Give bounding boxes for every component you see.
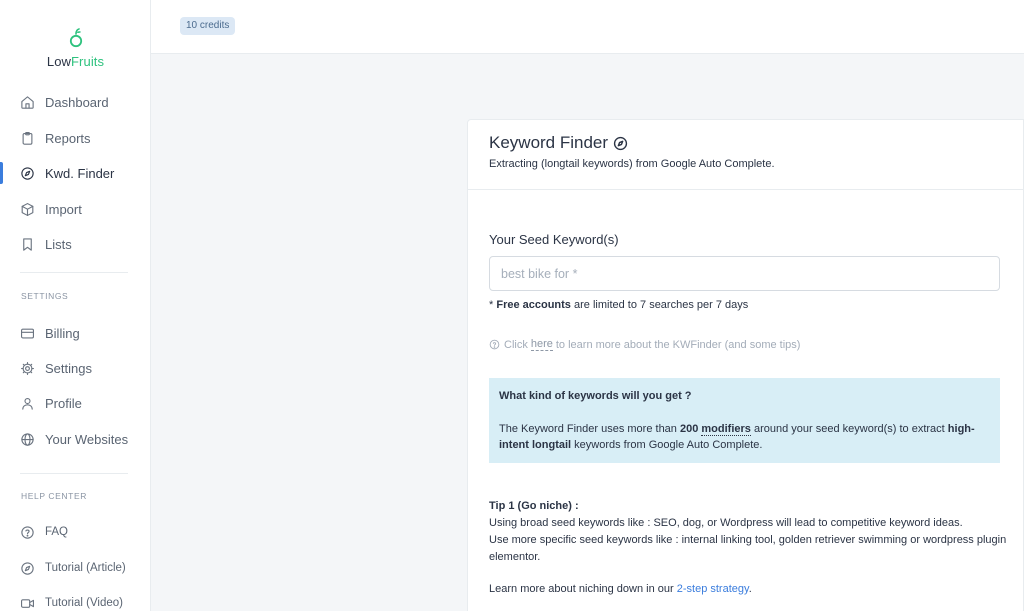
user-icon [22,397,33,410]
sidebar-item-label: Profile [45,395,82,411]
sidebar-item-label: Reports [45,130,91,146]
learn-more-here-link[interactable]: here [530,338,553,351]
sidebar-item-kwd-finder[interactable]: Kwd. Finder [0,160,151,186]
sidebar-item-label: Lists [45,236,72,252]
sidebar-item-label: Tutorial (Article) [45,562,126,574]
info-box: What kind of keywords will you get ? The… [489,378,1000,463]
sidebar-item-label: Kwd. Finder [45,165,115,181]
sidebar-item-label: Import [45,201,82,217]
two-step-strategy-link[interactable]: 2-step strategy [677,583,749,595]
sidebar-item-your-websites[interactable]: Your Websites [0,426,151,452]
bookmark-icon [23,237,32,251]
home-icon [21,95,34,109]
keyword-finder-card: Keyword Finder Extracting (longtail keyw… [467,119,1024,611]
sidebar-item-label: Dashboard [45,94,109,110]
sidebar: LowFruits Dashboard Reports Kwd. Finder … [0,0,151,611]
sidebar-item-label: Tutorial (Video) [45,597,123,609]
sidebar-item-label: Settings [45,360,92,376]
top-bar: 10 credits [151,0,1024,54]
compass-icon [21,166,34,180]
sidebar-item-lists[interactable]: Lists [0,231,151,257]
section-title-settings: SETTINGS [21,291,69,301]
tip-line: Use more specific seed keywords like : i… [489,534,1007,563]
learn-more-line: Learn more about niching down in our 2-s… [489,583,752,595]
question-circle-icon [489,339,500,350]
sidebar-item-label: Billing [45,325,80,341]
sidebar-item-settings[interactable]: Settings [0,355,151,381]
sidebar-item-import[interactable]: Import [0,196,151,222]
video-icon [21,598,34,608]
credits-badge: 10 credits [180,17,236,35]
free-accounts-note: * Free accounts are limited to 7 searche… [489,299,749,311]
logo-text: LowFruits [46,54,105,69]
tip-block: Tip 1 (Go niche) : Using broad seed keyw… [489,498,1009,566]
sidebar-item-reports[interactable]: Reports [0,125,151,151]
globe-icon [21,432,34,446]
section-title-help-center: HELP CENTER [21,491,87,501]
tip-line: Using broad seed keywords like : SEO, do… [489,517,963,529]
seed-keyword-input[interactable] [489,256,1000,291]
box-icon [21,202,34,216]
sidebar-item-label: Your Websites [45,431,129,447]
compass-icon [613,136,628,150]
gear-icon [21,361,34,375]
sidebar-item-tutorial-article[interactable]: Tutorial (Article) [0,555,151,581]
sidebar-item-tutorial-video[interactable]: Tutorial (Video) [0,590,151,611]
logo[interactable]: LowFruits [0,28,151,69]
info-title: What kind of keywords will you get ? [499,390,692,402]
help-line: Click here to learn more about the KWFin… [489,338,800,351]
compass-icon [21,561,34,575]
page-title: Keyword Finder [489,133,628,153]
sidebar-item-faq[interactable]: FAQ [0,519,151,545]
fruit-logo-icon [69,28,82,48]
sidebar-divider [20,272,128,273]
sidebar-item-profile[interactable]: Profile [0,390,151,416]
info-text: The Keyword Finder uses more than 200 mo… [499,423,975,451]
sidebar-divider [20,473,128,474]
sidebar-item-label: FAQ [45,526,69,538]
card-header: Keyword Finder Extracting (longtail keyw… [468,120,1023,190]
tip-title: Tip 1 (Go niche) : [489,500,579,512]
seed-keyword-label: Your Seed Keyword(s) [489,232,619,247]
clipboard-icon [22,131,33,145]
question-circle-icon [21,525,34,539]
credit-card-icon [21,328,34,338]
sidebar-item-dashboard[interactable]: Dashboard [0,89,151,115]
page-subtitle: Extracting (longtail keywords) from Goog… [489,158,775,170]
sidebar-item-billing[interactable]: Billing [0,320,151,346]
